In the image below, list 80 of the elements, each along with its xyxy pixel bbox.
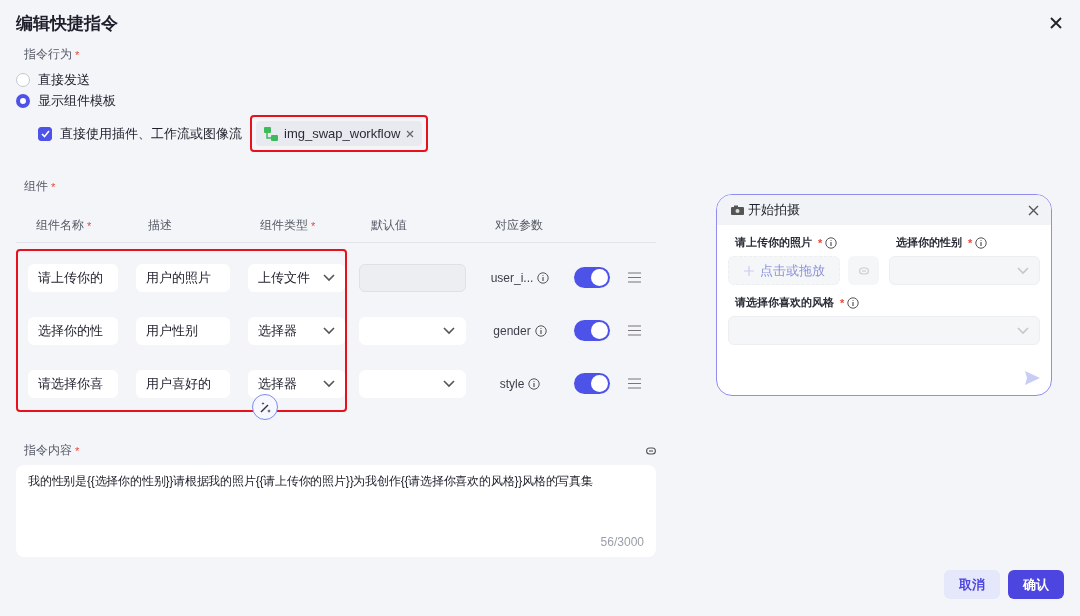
upload-placeholder: 点击或拖放 [759, 261, 825, 280]
description-field[interactable]: 用户性别 [136, 316, 230, 345]
required-mark: * [51, 180, 56, 193]
info-icon [975, 236, 988, 249]
chevron-down-icon [323, 326, 335, 335]
required-mark: * [75, 444, 80, 457]
field-label: 请选择你喜欢的风格 [735, 295, 834, 310]
dialog-title: 编辑快捷指令 [16, 12, 118, 35]
preview-title: 开始拍摄 [748, 201, 800, 219]
required-mark: * [311, 219, 316, 232]
cancel-button[interactable]: 取消 [944, 570, 1000, 599]
drag-handle-icon[interactable] [628, 272, 641, 283]
type-select[interactable]: 上传文件 [248, 263, 345, 292]
column-header: 组件名称 [36, 217, 84, 234]
chevron-down-icon [1017, 266, 1029, 275]
link-icon [858, 266, 869, 275]
section-label: 组件 [24, 178, 48, 195]
chevron-down-icon [443, 326, 455, 335]
content-text: 我的性别是{{选择你的性别}}请根据我的照片{{请上传你的照片}}为我创作{{请选择你喜欢的风格}}风格的写真集 [28, 473, 594, 490]
required-mark: * [968, 236, 973, 249]
select-field[interactable] [728, 316, 1040, 345]
column-header: 默认值 [371, 217, 407, 234]
tag-label: img_swap_workflow [284, 126, 401, 141]
content-textarea[interactable]: 我的性别是{{选择你的性别}}请根据我的照片{{请上传你的照片}}为我创作{{请选择你喜欢的风格}}风格的写真集 56/3000 [16, 465, 656, 557]
toggle-switch[interactable] [574, 320, 610, 341]
type-select[interactable]: 选择器 [248, 369, 345, 398]
required-mark: * [87, 219, 92, 232]
type-select[interactable]: 选择器 [248, 316, 345, 345]
column-header: 组件类型 [260, 217, 308, 234]
section-label: 指令行为 [24, 46, 72, 63]
character-counter: 56/3000 [600, 535, 644, 549]
checkbox[interactable] [38, 126, 52, 141]
toggle-switch[interactable] [574, 267, 610, 288]
workflow-icon [264, 126, 278, 141]
name-field[interactable]: 选择你的性 [28, 316, 118, 345]
close-icon[interactable] [1028, 204, 1039, 216]
magic-wand-icon [258, 400, 272, 414]
chevron-down-icon [443, 379, 455, 388]
required-mark: * [75, 48, 80, 61]
close-icon [1050, 17, 1062, 29]
chevron-down-icon [323, 273, 335, 282]
checkbox-label: 直接使用插件、工作流或图像流 [60, 124, 242, 143]
close-button[interactable] [1048, 15, 1064, 31]
column-header: 描述 [148, 217, 172, 234]
required-mark: * [840, 296, 845, 309]
option-label: 显示组件模板 [38, 91, 116, 110]
drag-handle-icon[interactable] [628, 378, 641, 389]
link-icon[interactable] [646, 446, 656, 455]
info-icon [534, 324, 547, 337]
description-field[interactable]: 用户喜好的 [136, 369, 230, 398]
chevron-down-icon [1017, 326, 1029, 335]
field-label: 请上传你的照片 [735, 235, 812, 250]
info-icon [537, 271, 550, 284]
info-icon [847, 296, 860, 309]
radio-button[interactable] [16, 72, 30, 87]
option-label: 直接发送 [38, 70, 90, 89]
close-icon[interactable] [406, 129, 415, 138]
select-field[interactable] [889, 256, 1040, 285]
description-field[interactable]: 用户的照片 [136, 263, 230, 292]
radio-button[interactable] [16, 93, 30, 108]
magic-wand-button[interactable] [252, 394, 278, 420]
plus-icon [743, 265, 754, 276]
name-field[interactable]: 请选择你喜 [28, 369, 118, 398]
workflow-tag[interactable]: img_swap_workflow [256, 121, 423, 146]
info-icon [528, 377, 541, 390]
check-icon [40, 129, 50, 138]
camera-icon [731, 205, 744, 215]
confirm-button[interactable]: 确认 [1008, 570, 1064, 599]
section-label: 指令内容 [24, 442, 72, 459]
required-mark: * [818, 236, 823, 249]
chevron-down-icon [323, 379, 335, 388]
toggle-switch[interactable] [574, 373, 610, 394]
info-icon [825, 236, 838, 249]
parameter-name: gender [493, 323, 531, 338]
field-label: 选择你的性别 [896, 235, 962, 250]
parameter-name: style [499, 376, 525, 391]
name-field[interactable]: 请上传你的 [28, 263, 118, 292]
column-header: 对应参数 [495, 217, 543, 234]
parameter-name: user_i... [490, 270, 534, 285]
drag-handle-icon[interactable] [628, 325, 641, 336]
